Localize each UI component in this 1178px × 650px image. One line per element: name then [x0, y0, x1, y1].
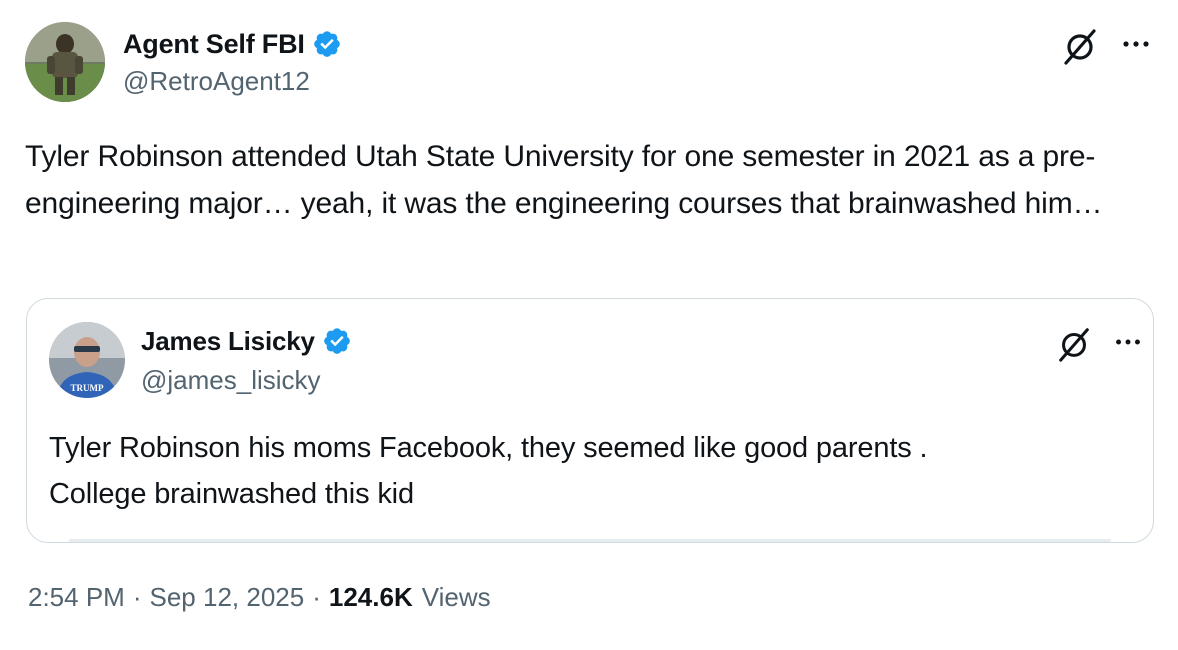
author-avatar[interactable]: [25, 22, 105, 102]
display-name-row: Agent Self FBI: [123, 26, 342, 62]
quoted-media-edge: [69, 539, 1111, 542]
quoted-tweet-text: Tyler Robinson his moms Facebook, they s…: [49, 425, 1129, 517]
quoted-more-options-icon[interactable]: [1111, 325, 1145, 359]
tweet-meta: 2:54 PM · Sep 12, 2025 · 124.6K Views: [28, 582, 491, 613]
meta-separator: ·: [312, 582, 321, 612]
quoted-handle[interactable]: @james_lisicky: [141, 365, 352, 396]
quoted-text-line-2: College brainwashed this kid: [49, 478, 414, 510]
tweet-text: Tyler Robinson attended Utah State Unive…: [25, 140, 1103, 220]
meta-separator: ·: [132, 582, 142, 612]
quoted-grok-icon[interactable]: [1055, 325, 1093, 363]
quoted-name-block: James Lisicky @james_lisicky: [141, 323, 352, 396]
quoted-author-avatar[interactable]: TRUMP: [49, 322, 125, 398]
views-count[interactable]: 124.6K: [329, 582, 413, 613]
tweet-header: Agent Self FBI @RetroAgent12: [25, 20, 1160, 104]
quoted-text-line-1: Tyler Robinson his moms Facebook, they s…: [49, 432, 928, 464]
author-handle[interactable]: @RetroAgent12: [123, 66, 342, 97]
views-label: Views: [421, 582, 491, 612]
author-display-name[interactable]: Agent Self FBI: [123, 29, 305, 60]
more-options-icon[interactable]: [1118, 26, 1154, 62]
tweet-time[interactable]: 2:54 PM: [28, 582, 125, 613]
quoted-tweet-card[interactable]: TRUMP James Lisicky @james_lisicky Tyler…: [26, 298, 1154, 543]
quoted-display-name[interactable]: James Lisicky: [141, 326, 315, 357]
grok-icon[interactable]: [1060, 26, 1100, 66]
quoted-verified-badge-icon[interactable]: [322, 326, 352, 356]
verified-badge-icon[interactable]: [312, 29, 342, 59]
author-name-block: Agent Self FBI @RetroAgent12: [123, 26, 342, 97]
avatar-shirt-text: TRUMP: [71, 383, 104, 393]
quoted-display-name-row: James Lisicky: [141, 323, 352, 359]
tweet-date[interactable]: Sep 12, 2025: [150, 582, 305, 613]
